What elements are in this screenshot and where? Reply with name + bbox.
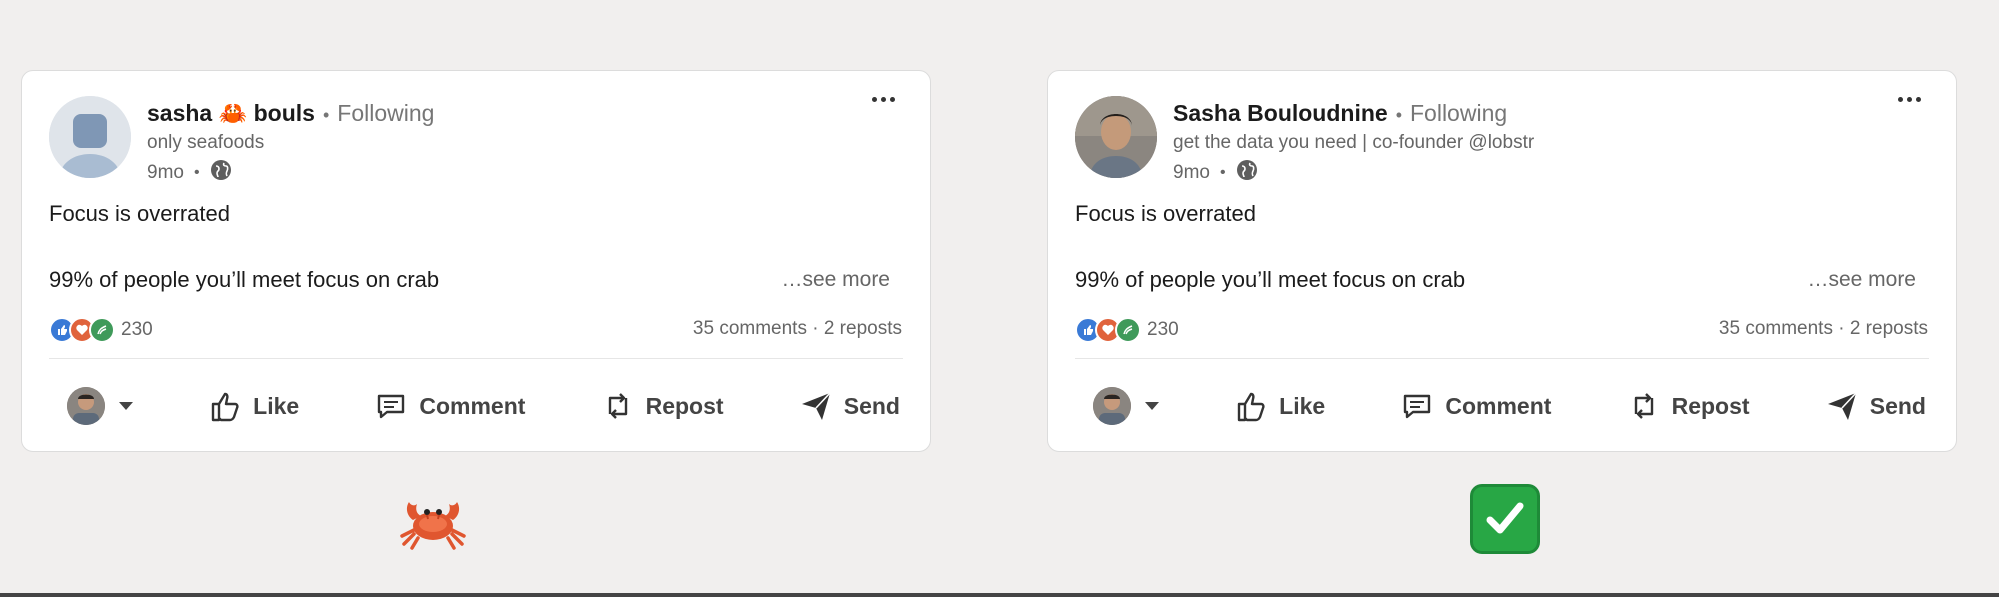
post-card-real-name: Sasha Bouloudnine • Following get the data… <box>1047 70 1957 452</box>
author-headline: get the data you need | co-founder @lobs… <box>1173 132 1535 153</box>
send-button[interactable]: Send <box>1824 388 1926 424</box>
action-bar: Like Comment Repost Send <box>67 371 900 441</box>
repost-icon <box>608 393 627 419</box>
see-more-link[interactable]: …see more <box>1807 268 1916 292</box>
post-age: 9mo <box>1173 162 1210 183</box>
post-text-line1: Focus is overrated <box>1075 201 1256 226</box>
chevron-down-icon <box>1145 402 1159 410</box>
thumbs-up-icon <box>211 392 239 422</box>
more-options-button[interactable] <box>1892 87 1926 111</box>
following-status: Following <box>1410 100 1508 126</box>
author-name[interactable]: sasha 🦀 bouls <box>147 100 315 126</box>
post-age: 9mo <box>147 162 184 183</box>
divider <box>49 358 903 359</box>
profile-photo-avatar <box>1093 387 1131 425</box>
action-bar: Like Comment Repost Send <box>1093 371 1926 441</box>
author-headline: only seafoods <box>147 132 265 153</box>
post-text-line2: 99% of people you’ll meet focus on crab <box>1075 267 1466 292</box>
reaction-count: 230 <box>1147 319 1179 340</box>
chevron-down-icon <box>119 402 133 410</box>
post-text-line2: 99% of people you’ll meet focus on crab <box>49 267 440 292</box>
profile-photo-avatar <box>67 387 105 425</box>
comment-icon <box>1404 394 1431 419</box>
check-mark-button-icon <box>1468 482 1542 556</box>
like-button[interactable]: Like <box>207 388 299 424</box>
actor-switcher[interactable] <box>1093 387 1159 425</box>
repost-button[interactable]: Repost <box>600 388 724 424</box>
send-icon <box>801 392 831 420</box>
send-button[interactable]: Send <box>798 388 900 424</box>
divider <box>1075 358 1929 359</box>
reactions-summary[interactable]: 230 <box>49 317 153 343</box>
comments-reposts-stats[interactable]: 35 comments · 2 reposts <box>1719 318 1928 340</box>
support-reaction-icon <box>89 317 115 343</box>
reaction-count: 230 <box>121 319 153 340</box>
repost-icon <box>1634 393 1653 419</box>
globe-icon <box>210 159 232 187</box>
post-text-line1: Focus is overrated <box>49 201 230 226</box>
see-more-link[interactable]: …see more <box>781 268 890 292</box>
crab-emoji-icon <box>396 482 470 556</box>
profile-photo-avatar[interactable] <box>1075 96 1157 178</box>
globe-icon <box>1236 159 1258 187</box>
author-name[interactable]: Sasha Bouloudnine <box>1173 100 1388 126</box>
comment-button[interactable]: Comment <box>1399 388 1551 424</box>
comment-button[interactable]: Comment <box>373 388 525 424</box>
comments-reposts-stats[interactable]: 35 comments · 2 reposts <box>693 318 902 340</box>
thumbs-up-icon <box>1237 392 1265 422</box>
reactions-summary[interactable]: 230 <box>1075 317 1179 343</box>
default-avatar-icon[interactable] <box>49 96 131 178</box>
send-icon <box>1827 392 1857 420</box>
more-options-button[interactable] <box>866 87 900 111</box>
repost-button[interactable]: Repost <box>1626 388 1750 424</box>
comment-icon <box>378 394 405 419</box>
following-status: Following <box>337 100 435 126</box>
bottom-border <box>0 593 1999 597</box>
actor-switcher[interactable] <box>67 387 133 425</box>
support-reaction-icon <box>1115 317 1141 343</box>
like-button[interactable]: Like <box>1233 388 1325 424</box>
post-card-crab-name: sasha 🦀 bouls • Following only seafoods 9m… <box>21 70 931 452</box>
